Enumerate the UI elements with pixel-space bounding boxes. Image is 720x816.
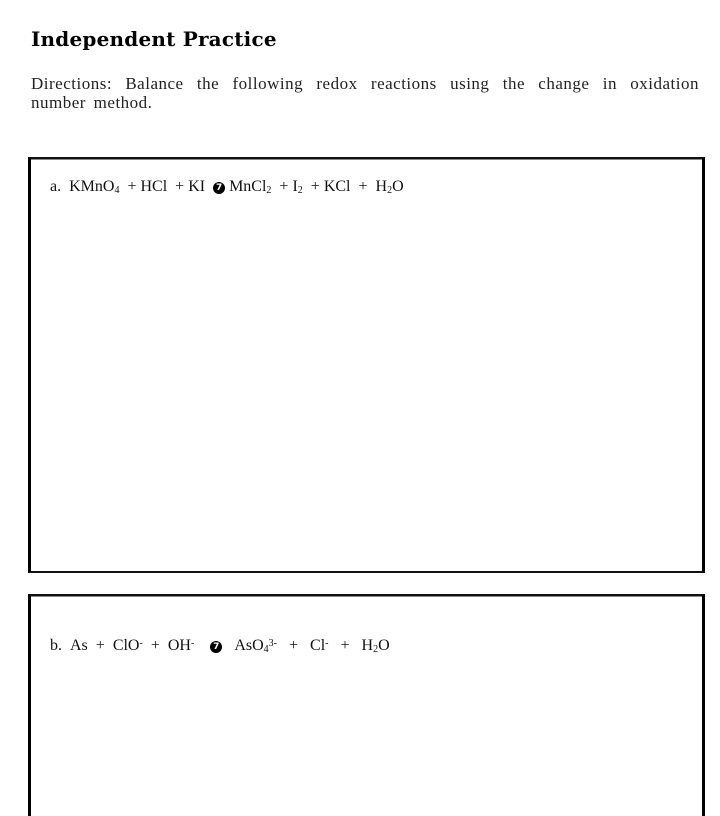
plus-sign: + (279, 178, 289, 195)
problem-label: b. (50, 637, 62, 654)
page-title: Independent Practice (31, 27, 277, 51)
species: KCl (323, 178, 351, 195)
plus-sign: + (150, 637, 160, 654)
equation-a: a. KMnO4 + HCl + KI 7 MnCl2 + I2 + KCl +… (34, 160, 404, 214)
species: I2 (292, 178, 303, 196)
species: ClO- (112, 637, 143, 654)
species: MnCl2 (229, 178, 272, 196)
problem-label: a. (50, 178, 62, 195)
plus-sign: + (310, 178, 320, 195)
species: KMnO4 (69, 178, 120, 196)
species: KI (188, 178, 206, 195)
answer-box-a[interactable]: a. KMnO4 + HCl + KI 7 MnCl2 + I2 + KCl +… (28, 157, 705, 573)
plus-sign: + (175, 178, 185, 195)
plus-sign: + (289, 637, 299, 654)
species: H2O (361, 637, 390, 655)
plus-sign: + (358, 178, 368, 195)
equation-b: b. As + ClO- + OH- 7 AsO43- + Cl- + H2O (34, 619, 390, 673)
species: As (70, 637, 88, 654)
species: OH- (167, 637, 195, 654)
answer-box-b[interactable]: b. As + ClO- + OH- 7 AsO43- + Cl- + H2O (28, 594, 705, 816)
plus-sign: + (340, 637, 350, 654)
species: HCl (140, 178, 168, 195)
plus-sign: + (127, 178, 137, 195)
species: Cl- (310, 637, 329, 654)
plus-sign: + (95, 637, 105, 654)
directions-text: Directions: Balance the following redox … (31, 74, 699, 112)
species: H2O (375, 178, 404, 196)
species: AsO43- (234, 637, 277, 655)
arrow-icon: 7 (213, 182, 226, 194)
arrow-icon: 7 (210, 641, 223, 653)
